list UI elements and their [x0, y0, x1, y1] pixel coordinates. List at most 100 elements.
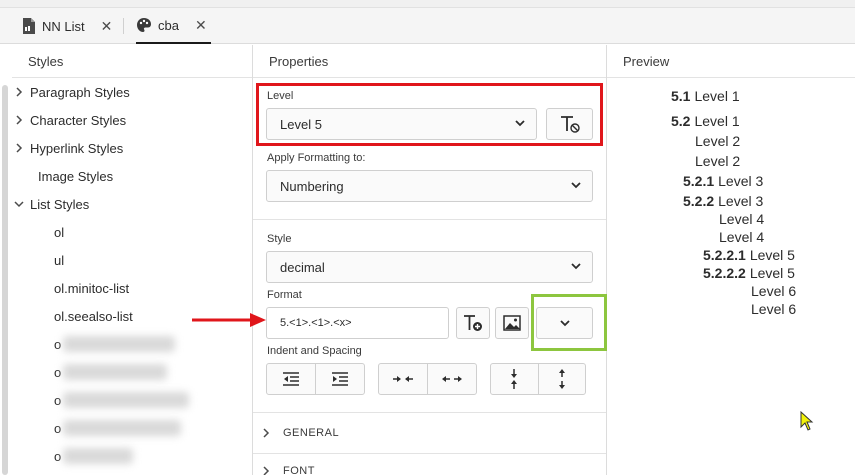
- tab-label: NN List: [42, 18, 85, 34]
- apply-formatting-value: Numbering: [280, 178, 344, 194]
- decrease-spacing-button[interactable]: [379, 364, 427, 394]
- increase-vertical-spacing-button[interactable]: [537, 364, 586, 394]
- blurred-text: [63, 448, 134, 464]
- style-select[interactable]: decimal: [266, 251, 593, 283]
- insert-variable-button[interactable]: [456, 307, 490, 339]
- list-style-item[interactable]: ol.minitoc-list: [54, 276, 129, 300]
- chevron-right-icon[interactable]: [12, 115, 26, 125]
- section-font[interactable]: FONT: [259, 465, 315, 475]
- blurred-text: [63, 392, 190, 408]
- insert-image-button[interactable]: [495, 307, 529, 339]
- preview-number: 5.2.2.2: [703, 265, 746, 281]
- preview-text: Level 3: [718, 193, 764, 209]
- collapse-vertical-icon: [511, 369, 518, 389]
- decrease-vertical-spacing-button[interactable]: [491, 364, 538, 394]
- preview-line: Level 4: [719, 229, 764, 245]
- format-input[interactable]: 5.<1>.<1>.<x>: [266, 307, 449, 339]
- section-divider: [253, 412, 606, 413]
- section-general[interactable]: GENERAL: [259, 427, 339, 439]
- preview-line: Level 6: [751, 283, 796, 299]
- list-style-label: ol.seealso-list: [54, 308, 133, 324]
- apply-formatting-label: Apply Formatting to:: [267, 152, 366, 164]
- list-style-item[interactable]: ol.seealso-list: [54, 304, 133, 328]
- tree-item-list-styles[interactable]: List Styles: [12, 192, 89, 216]
- list-style-item[interactable]: ul: [54, 248, 64, 272]
- preview-text: Level 4: [719, 229, 765, 245]
- preview-line: Level 4: [719, 211, 764, 227]
- preview-number: 5.2.1: [683, 173, 715, 189]
- preview-panel-title: Preview: [623, 53, 670, 69]
- chevron-right-icon[interactable]: [12, 143, 26, 153]
- list-style-label: ol: [54, 224, 65, 240]
- preview-text: Level 2: [695, 133, 741, 149]
- expand-horizontal-icon: [442, 376, 462, 382]
- list-style-item-blurred[interactable]: o: [54, 416, 182, 440]
- close-icon[interactable]: ✕: [101, 18, 113, 35]
- list-style-item[interactable]: ol: [54, 220, 64, 244]
- increase-spacing-button[interactable]: [427, 364, 476, 394]
- list-style-label: o: [54, 448, 62, 464]
- list-style-item-blurred[interactable]: o: [54, 388, 190, 412]
- list-style-item-blurred[interactable]: o: [54, 360, 168, 384]
- list-style-label: o: [54, 420, 62, 436]
- annotation-arrow: [192, 313, 266, 327]
- palette-icon: [137, 18, 151, 32]
- format-value: 5.<1>.<1>.<x>: [280, 317, 352, 329]
- preview-line: 5.2.2.1 Level 5: [703, 247, 795, 263]
- outdent-icon: [283, 372, 299, 386]
- collapse-horizontal-icon: [393, 376, 413, 382]
- preview-line: 5.2.1 Level 3: [683, 173, 763, 189]
- list-style-item-blurred[interactable]: o: [54, 332, 176, 356]
- tab-label: cba: [158, 17, 179, 33]
- decrease-indent-button[interactable]: [267, 364, 315, 394]
- styles-panel-header: Styles: [12, 45, 252, 78]
- apply-formatting-select[interactable]: Numbering: [266, 170, 593, 202]
- preview-text: Level 4: [719, 211, 765, 227]
- preview-line: 5.1 Level 1: [671, 88, 740, 104]
- tree-item-paragraph-styles[interactable]: Paragraph Styles: [12, 80, 130, 104]
- preview-line: 5.2.2.2 Level 5: [703, 265, 795, 281]
- tree-item-label: Paragraph Styles: [30, 84, 130, 100]
- level-highlight-box: [256, 83, 603, 146]
- list-style-item-blurred[interactable]: o: [54, 444, 134, 468]
- tree-item-image-styles[interactable]: Image Styles: [38, 164, 113, 188]
- list-style-label: o: [54, 336, 62, 352]
- preview-text: Level 1: [694, 88, 740, 104]
- section-font-label: FONT: [283, 465, 315, 475]
- chevron-right-icon[interactable]: [12, 87, 26, 97]
- preview-number: 5.2: [671, 113, 691, 129]
- styles-scrollbar[interactable]: [2, 85, 8, 475]
- style-label: Style: [267, 233, 292, 245]
- tree-item-hyperlink-styles[interactable]: Hyperlink Styles: [12, 136, 123, 160]
- chevron-down-icon: [571, 263, 581, 270]
- column-divider: [606, 45, 607, 475]
- format-label: Format: [267, 289, 302, 301]
- tab-cba[interactable]: cba ✕: [136, 8, 211, 44]
- properties-panel-title: Properties: [269, 53, 329, 69]
- preview-text: Level 6: [751, 283, 797, 299]
- section-divider: [253, 219, 606, 220]
- chevron-down-icon: [571, 182, 581, 189]
- section-general-label: GENERAL: [283, 427, 340, 439]
- styles-panel-title: Styles: [28, 53, 64, 69]
- tab-separator: [123, 18, 124, 34]
- blurred-text: [63, 364, 168, 380]
- increase-indent-button[interactable]: [315, 364, 364, 394]
- vertical-spacing-button-group: [490, 363, 586, 395]
- tab-nn-list[interactable]: NN List ✕: [22, 8, 112, 44]
- chevron-down-icon[interactable]: [12, 200, 26, 208]
- close-icon[interactable]: ✕: [195, 17, 207, 34]
- preview-line: 5.2 Level 1: [671, 113, 740, 129]
- style-value: decimal: [280, 259, 325, 275]
- spacing-button-group: [378, 363, 477, 395]
- preview-text: Level 1: [694, 113, 740, 129]
- preview-number: 5.1: [671, 88, 691, 104]
- preview-line: 5.2.2 Level 3: [683, 193, 763, 209]
- preview-panel-header: Preview: [607, 45, 855, 78]
- chevron-right-icon: [259, 428, 273, 438]
- list-style-label: o: [54, 364, 62, 380]
- tab-bar: NN List ✕ cba ✕: [0, 8, 855, 44]
- preview-text: Level 3: [718, 173, 764, 189]
- list-style-label: ul: [54, 252, 65, 268]
- tree-item-character-styles[interactable]: Character Styles: [12, 108, 126, 132]
